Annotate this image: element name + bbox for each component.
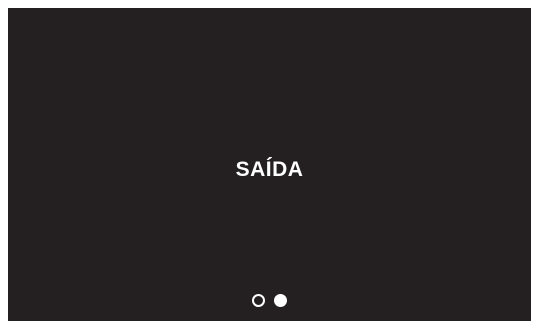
slide-panel: SAÍDA <box>8 8 531 321</box>
pagination-dots <box>8 294 531 307</box>
slide-title: SAÍDA <box>235 158 304 181</box>
page-dot-2[interactable] <box>274 294 287 307</box>
page-dot-1[interactable] <box>252 294 265 307</box>
